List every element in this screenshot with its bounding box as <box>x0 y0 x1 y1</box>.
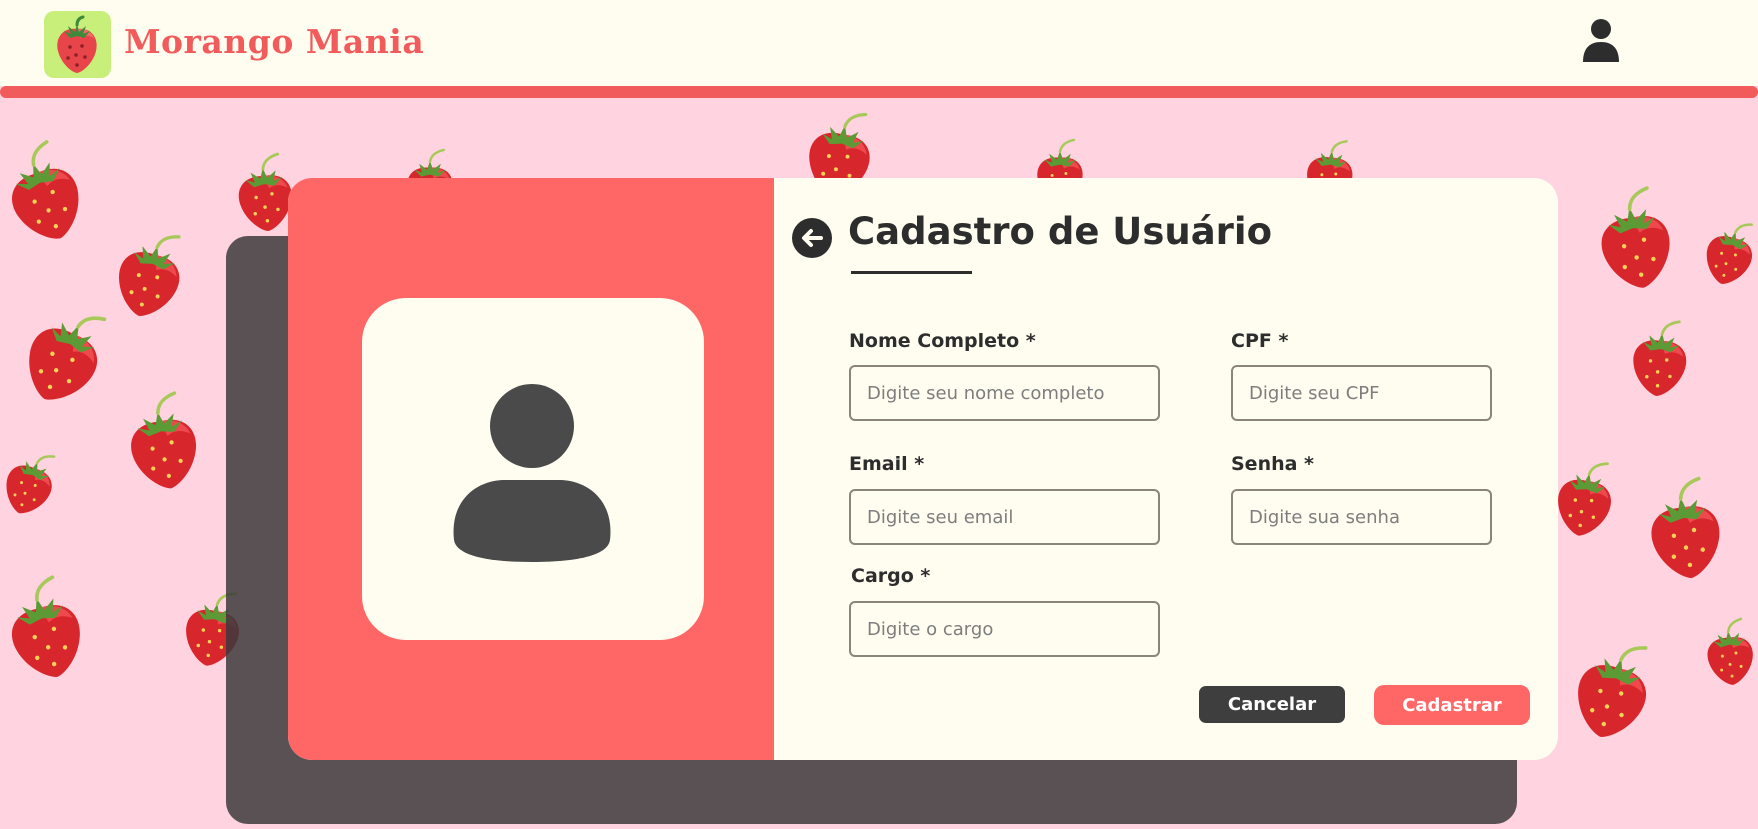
cancel-button[interactable]: Cancelar <box>1199 686 1345 723</box>
cpf-label: CPF * <box>1231 330 1289 352</box>
strawberry-decoration <box>1601 186 1670 288</box>
strawberry-decoration <box>1706 223 1753 284</box>
avatar[interactable] <box>362 298 704 640</box>
avatar-panel <box>288 178 774 760</box>
cpf-input[interactable] <box>1231 365 1492 421</box>
top-header: Morango Mania <box>0 0 1758 86</box>
cargo-input[interactable] <box>849 601 1160 657</box>
submit-button[interactable]: Cadastrar <box>1374 685 1530 725</box>
user-icon[interactable] <box>1580 18 1622 68</box>
strawberry-decoration <box>1651 476 1720 579</box>
arrow-left-icon[interactable] <box>792 218 832 258</box>
strawberry-decoration <box>1578 646 1648 737</box>
brand-name: Morango Mania <box>124 22 425 61</box>
strawberry-decoration <box>11 575 80 677</box>
user-avatar-icon <box>453 384 611 562</box>
header-accent-bar <box>0 86 1758 98</box>
strawberry-decoration <box>12 140 79 239</box>
email-input[interactable] <box>849 489 1160 545</box>
senha-input[interactable] <box>1231 489 1492 545</box>
strawberry-decoration <box>119 235 181 316</box>
cargo-label: Cargo * <box>851 565 931 587</box>
strawberry-decoration <box>6 455 56 514</box>
title-underline <box>851 271 972 274</box>
senha-label: Senha * <box>1231 453 1314 475</box>
email-label: Email * <box>849 453 925 475</box>
strawberry-decoration <box>1707 617 1753 685</box>
page-title: Cadastro de Usuário <box>848 210 1273 253</box>
strawberry-decoration <box>1633 320 1687 397</box>
strawberry-icon <box>44 11 111 78</box>
strawberry-decoration <box>131 391 196 489</box>
nome-input[interactable] <box>849 365 1160 421</box>
registration-card: Cadastro de Usuário Nome Completo * CPF … <box>288 178 1558 760</box>
nome-label: Nome Completo * <box>849 330 1036 352</box>
